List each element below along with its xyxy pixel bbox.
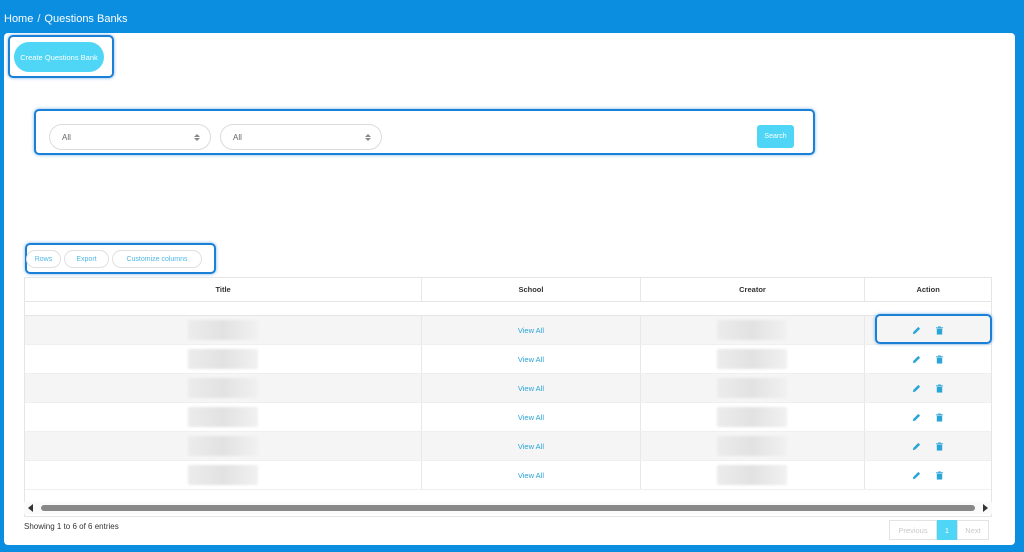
redacted-creator — [717, 349, 788, 369]
select-arrows-icon — [194, 133, 200, 141]
creator-cell — [641, 374, 866, 402]
title-cell — [25, 432, 423, 460]
rows-button[interactable]: Rows — [26, 250, 61, 268]
view-all-link[interactable]: View All — [518, 384, 544, 393]
entries-info: Showing 1 to 6 of 6 entries — [24, 522, 119, 531]
pencil-icon[interactable] — [912, 471, 921, 480]
creator-cell — [641, 432, 866, 460]
table-header: Title School Creator Action — [25, 278, 991, 302]
redacted-creator — [717, 436, 788, 456]
school-cell: View All — [422, 345, 641, 373]
pencil-icon[interactable] — [912, 413, 921, 422]
redacted-title — [188, 378, 259, 398]
school-cell: View All — [422, 432, 641, 460]
table-row: View All — [25, 461, 991, 490]
breadcrumb: Home / Questions Banks — [4, 13, 128, 25]
view-all-link[interactable]: View All — [518, 442, 544, 451]
view-all-link[interactable]: View All — [518, 326, 544, 335]
title-cell — [25, 461, 423, 489]
breadcrumb-current: Questions Banks — [44, 13, 128, 25]
view-all-link[interactable]: View All — [518, 355, 544, 364]
redacted-title — [188, 349, 259, 369]
breadcrumb-home[interactable]: Home — [4, 13, 33, 25]
title-cell — [25, 345, 423, 373]
action-cell — [865, 432, 991, 460]
table-row: View All — [25, 316, 991, 345]
table-row: View All — [25, 403, 991, 432]
redacted-title — [188, 320, 259, 340]
creator-cell — [641, 345, 866, 373]
trash-icon[interactable] — [935, 441, 944, 451]
school-cell: View All — [422, 316, 641, 344]
trash-icon[interactable] — [935, 354, 944, 364]
header-action: Action — [916, 285, 940, 294]
create-questions-bank-button[interactable]: Create Questions Bank — [14, 42, 104, 72]
title-cell — [25, 374, 423, 402]
scroll-thumb[interactable] — [41, 505, 975, 511]
redacted-title — [188, 465, 259, 485]
table-row: View All — [25, 374, 991, 403]
pencil-icon[interactable] — [912, 442, 921, 451]
header-title[interactable]: Title — [25, 278, 423, 301]
action-cell — [865, 403, 991, 431]
redacted-creator — [717, 320, 788, 340]
filter-select-1-value: All — [62, 132, 71, 142]
table-spacer — [25, 302, 991, 316]
view-all-link[interactable]: View All — [518, 471, 544, 480]
school-cell: View All — [422, 374, 641, 402]
redacted-creator — [717, 407, 788, 427]
filter-select-2[interactable]: All — [220, 124, 382, 150]
main-panel: Create Questions Bank All All Search Row… — [4, 33, 1015, 545]
previous-page-button[interactable]: Previous — [889, 520, 937, 540]
school-cell: View All — [422, 403, 641, 431]
filter-select-2-value: All — [233, 132, 242, 142]
trash-icon[interactable] — [935, 470, 944, 480]
action-highlight — [875, 314, 992, 344]
trash-icon[interactable] — [935, 383, 944, 393]
horizontal-scrollbar[interactable] — [24, 502, 992, 514]
title-cell — [25, 316, 423, 344]
customize-columns-button[interactable]: Customize columns — [112, 250, 202, 268]
pagination: Previous 1 Next — [889, 520, 989, 540]
action-cell — [865, 374, 991, 402]
view-all-link[interactable]: View All — [518, 413, 544, 422]
questions-banks-table: Title School Creator Action View All Vie… — [24, 277, 992, 517]
filter-select-1[interactable]: All — [49, 124, 211, 150]
search-button[interactable]: Search — [757, 125, 794, 148]
header-creator[interactable]: Creator — [641, 278, 866, 301]
select-arrows-icon — [365, 133, 371, 141]
scroll-left-icon[interactable] — [28, 504, 33, 512]
redacted-title — [188, 436, 259, 456]
redacted-creator — [717, 465, 788, 485]
pencil-icon[interactable] — [912, 355, 921, 364]
action-cell — [865, 461, 991, 489]
export-button[interactable]: Export — [64, 250, 109, 268]
trash-icon[interactable] — [935, 412, 944, 422]
next-page-button[interactable]: Next — [957, 520, 989, 540]
page-1-button[interactable]: 1 — [937, 520, 957, 540]
redacted-creator — [717, 378, 788, 398]
redacted-title — [188, 407, 259, 427]
header-school[interactable]: School — [422, 278, 641, 301]
creator-cell — [641, 403, 866, 431]
breadcrumb-separator: / — [37, 13, 41, 25]
creator-cell — [641, 461, 866, 489]
school-cell: View All — [422, 461, 641, 489]
title-cell — [25, 403, 423, 431]
pencil-icon[interactable] — [912, 384, 921, 393]
action-cell — [865, 345, 991, 373]
creator-cell — [641, 316, 866, 344]
table-row: View All — [25, 432, 991, 461]
scroll-right-icon[interactable] — [983, 504, 988, 512]
table-row: View All — [25, 345, 991, 374]
